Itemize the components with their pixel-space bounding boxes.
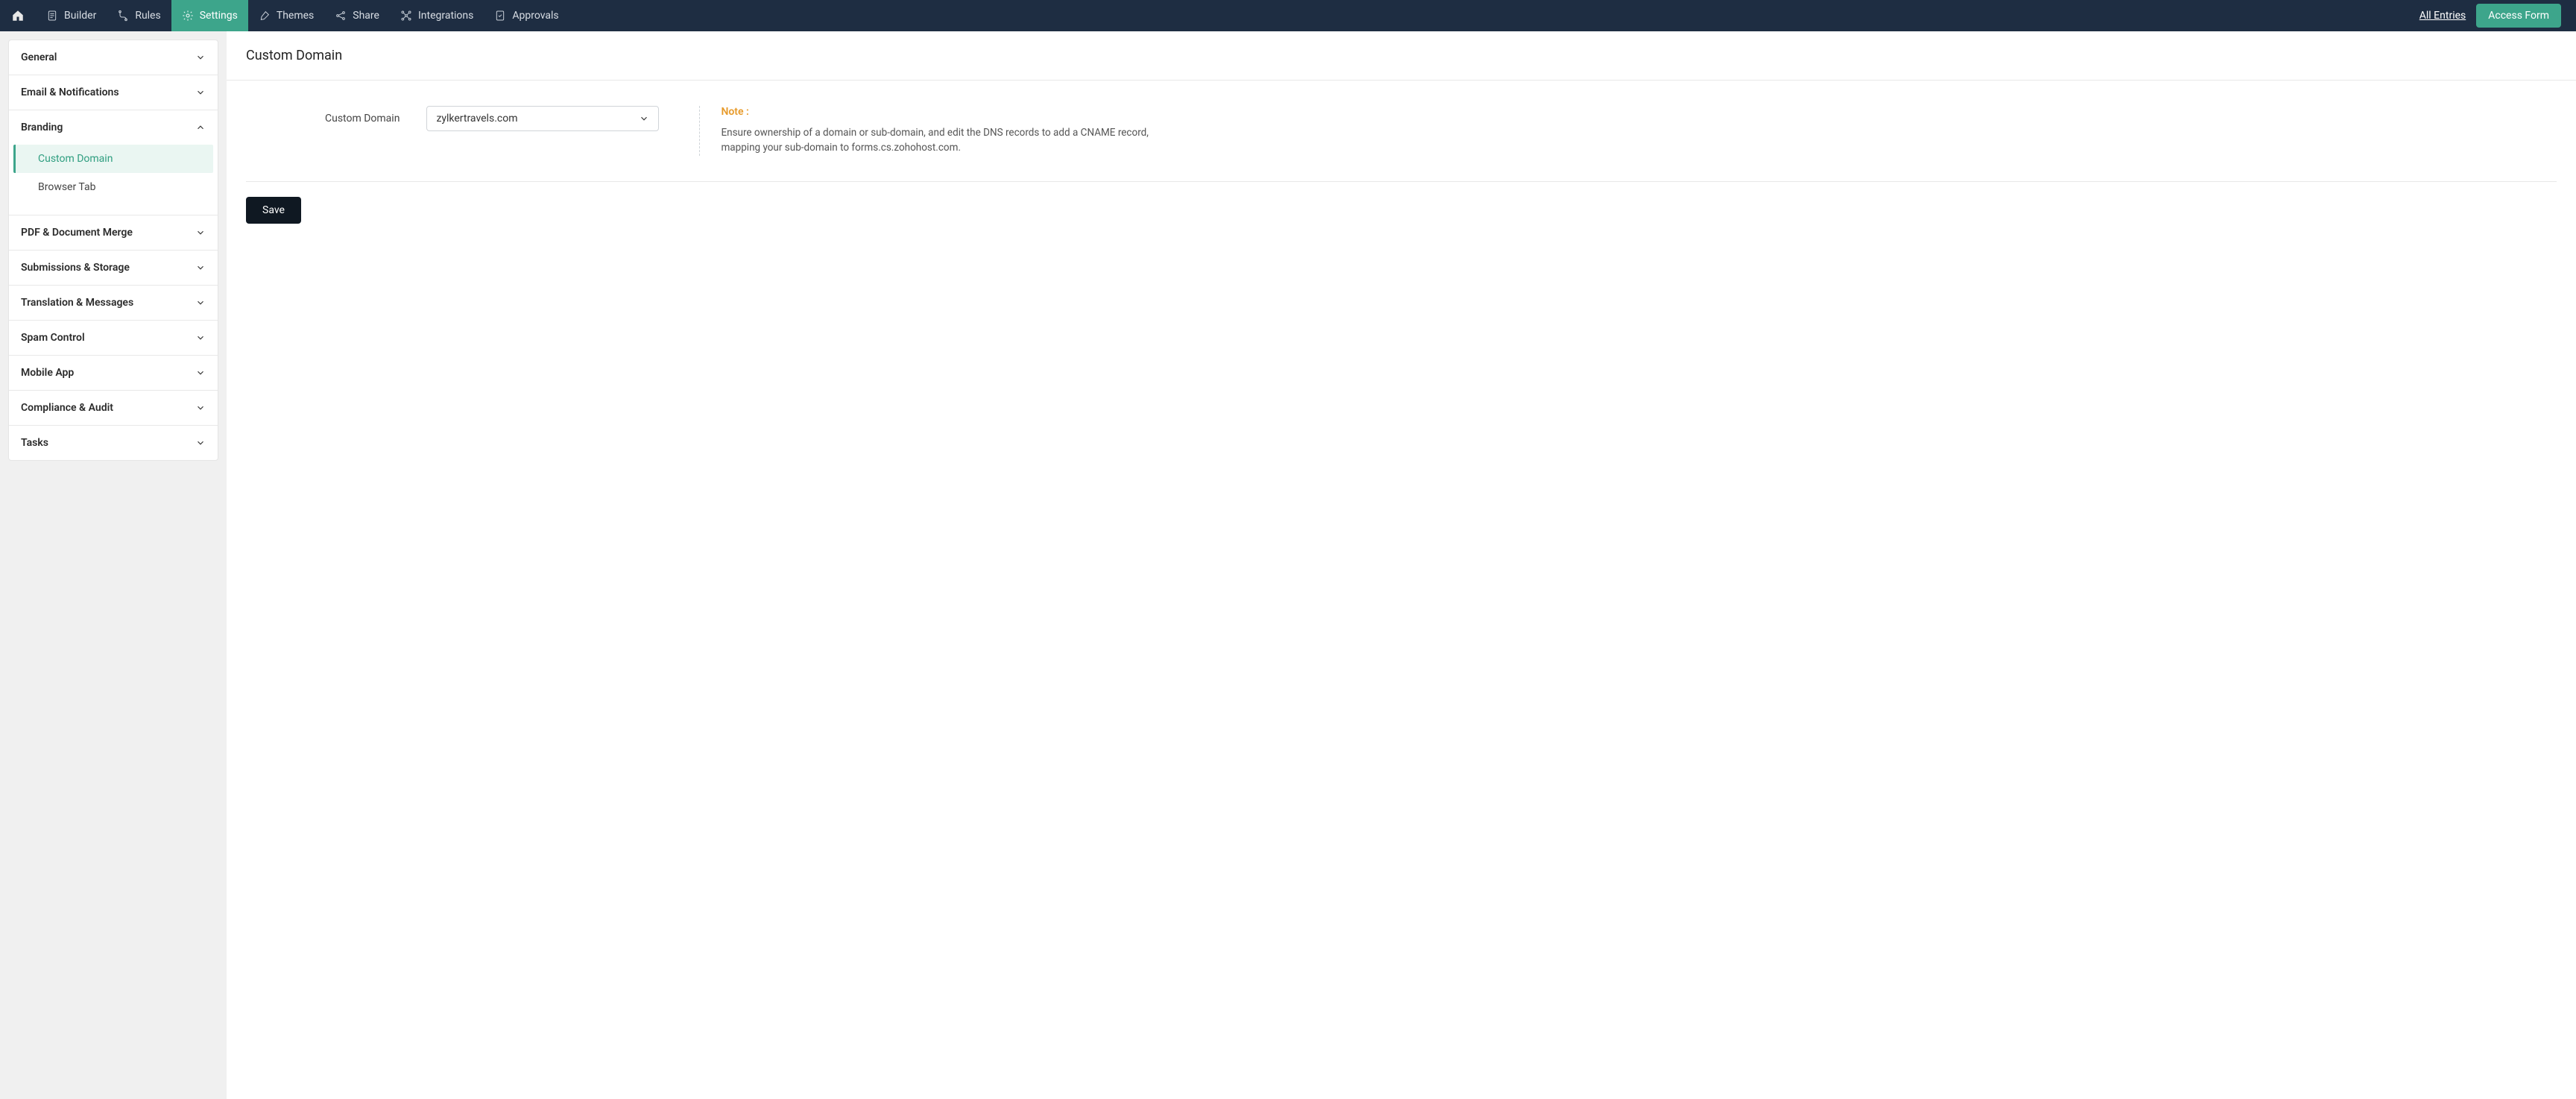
chevron-down-icon bbox=[195, 87, 206, 98]
sidebar-section-spam: Spam Control bbox=[9, 321, 218, 356]
sidebar-item-browser-tab[interactable]: Browser Tab bbox=[13, 173, 213, 201]
note-text: Ensure ownership of a domain or sub-doma… bbox=[721, 125, 1176, 156]
chevron-down-icon bbox=[195, 227, 206, 238]
tab-rules[interactable]: Rules bbox=[107, 0, 171, 31]
chevron-down-icon bbox=[195, 262, 206, 273]
sidebar-head-general[interactable]: General bbox=[9, 40, 218, 75]
topbar-left: Builder Rules Settings Themes Share Inte… bbox=[0, 0, 569, 31]
sidebar-head-email[interactable]: Email & Notifications bbox=[9, 75, 218, 110]
custom-domain-dropdown[interactable]: zylkertravels.com bbox=[426, 106, 659, 131]
sidebar-item-label: Browser Tab bbox=[38, 181, 96, 193]
chevron-down-icon bbox=[195, 368, 206, 378]
tab-builder[interactable]: Builder bbox=[36, 0, 107, 31]
sidebar-label: Translation & Messages bbox=[21, 297, 133, 309]
sidebar-label: Submissions & Storage bbox=[21, 262, 130, 274]
topbar: Builder Rules Settings Themes Share Inte… bbox=[0, 0, 2576, 31]
sidebar-head-submissions[interactable]: Submissions & Storage bbox=[9, 251, 218, 285]
tab-themes[interactable]: Themes bbox=[248, 0, 324, 31]
gear-icon bbox=[182, 10, 194, 22]
sidebar-head-pdf[interactable]: PDF & Document Merge bbox=[9, 215, 218, 250]
sidebar-label: Tasks bbox=[21, 437, 48, 449]
sidebar-section-mobile: Mobile App bbox=[9, 356, 218, 391]
sidebar-label: PDF & Document Merge bbox=[21, 227, 133, 239]
note-panel: Note : Ensure ownership of a domain or s… bbox=[699, 106, 1176, 156]
form-icon bbox=[46, 10, 58, 22]
sidebar-label: Email & Notifications bbox=[21, 86, 119, 98]
share-icon bbox=[335, 10, 347, 22]
save-button[interactable]: Save bbox=[246, 197, 301, 224]
chevron-down-icon bbox=[195, 297, 206, 308]
chevron-down-icon bbox=[195, 403, 206, 413]
sidebar-section-submissions: Submissions & Storage bbox=[9, 251, 218, 286]
access-form-button[interactable]: Access Form bbox=[2476, 4, 2561, 28]
chevron-up-icon bbox=[195, 122, 206, 133]
brush-icon bbox=[259, 10, 271, 22]
all-entries-link[interactable]: All Entries bbox=[2419, 10, 2466, 22]
chevron-down-icon bbox=[195, 52, 206, 63]
sidebar-label: Branding bbox=[21, 122, 63, 133]
sidebar-branding-items: Custom Domain Browser Tab bbox=[9, 145, 218, 215]
sidebar-head-translation[interactable]: Translation & Messages bbox=[9, 286, 218, 320]
settings-sidebar: General Email & Notifications Branding C bbox=[8, 40, 218, 461]
sidebar-label: Mobile App bbox=[21, 367, 74, 379]
home-icon bbox=[11, 9, 25, 22]
dropdown-value: zylkertravels.com bbox=[436, 113, 517, 125]
sidebar-head-mobile[interactable]: Mobile App bbox=[9, 356, 218, 390]
tab-label: Rules bbox=[135, 10, 160, 22]
tab-label: Share bbox=[353, 10, 379, 22]
sidebar-section-branding: Branding Custom Domain Browser Tab bbox=[9, 110, 218, 215]
sidebar-section-pdf: PDF & Document Merge bbox=[9, 215, 218, 251]
tab-label: Themes bbox=[277, 10, 314, 22]
tab-label: Approvals bbox=[512, 10, 558, 22]
tab-label: Builder bbox=[64, 10, 96, 22]
chevron-down-icon bbox=[195, 438, 206, 448]
sidebar-head-branding[interactable]: Branding bbox=[9, 110, 218, 145]
main-layout: General Email & Notifications Branding C bbox=[0, 31, 2576, 1099]
sidebar-head-tasks[interactable]: Tasks bbox=[9, 426, 218, 460]
save-row: Save bbox=[227, 182, 2576, 239]
sidebar-section-general: General bbox=[9, 40, 218, 75]
tab-settings[interactable]: Settings bbox=[171, 0, 248, 31]
tab-label: Settings bbox=[200, 10, 238, 22]
sidebar-label: Compliance & Audit bbox=[21, 402, 113, 414]
home-button[interactable] bbox=[0, 0, 36, 31]
note-title: Note : bbox=[721, 106, 1176, 118]
content-area: Custom Domain Custom Domain zylkertravel… bbox=[227, 31, 2576, 1099]
chevron-down-icon bbox=[195, 333, 206, 343]
page-title: Custom Domain bbox=[227, 31, 2576, 81]
custom-domain-label: Custom Domain bbox=[325, 113, 400, 125]
sidebar-section-email: Email & Notifications bbox=[9, 75, 218, 110]
tab-integrations[interactable]: Integrations bbox=[390, 0, 484, 31]
sidebar-section-tasks: Tasks bbox=[9, 426, 218, 460]
content-body: Custom Domain zylkertravels.com Note : E… bbox=[227, 81, 2576, 181]
sidebar-section-compliance: Compliance & Audit bbox=[9, 391, 218, 426]
sidebar-section-translation: Translation & Messages bbox=[9, 286, 218, 321]
tab-label: Integrations bbox=[418, 10, 473, 22]
sidebar-item-label: Custom Domain bbox=[38, 153, 113, 165]
tab-approvals[interactable]: Approvals bbox=[484, 0, 569, 31]
chevron-down-icon bbox=[639, 113, 649, 124]
topbar-right: All Entries Access Form bbox=[2419, 0, 2576, 31]
rules-icon bbox=[117, 10, 129, 22]
approvals-icon bbox=[494, 10, 506, 22]
sidebar-head-spam[interactable]: Spam Control bbox=[9, 321, 218, 355]
sidebar-label: Spam Control bbox=[21, 332, 85, 344]
integrations-icon bbox=[400, 10, 412, 22]
tab-share[interactable]: Share bbox=[324, 0, 390, 31]
sidebar-item-custom-domain[interactable]: Custom Domain bbox=[13, 145, 213, 173]
sidebar-head-compliance[interactable]: Compliance & Audit bbox=[9, 391, 218, 425]
sidebar-wrapper: General Email & Notifications Branding C bbox=[0, 31, 227, 1099]
sidebar-label: General bbox=[21, 51, 57, 63]
form-row: Custom Domain zylkertravels.com bbox=[246, 106, 659, 131]
